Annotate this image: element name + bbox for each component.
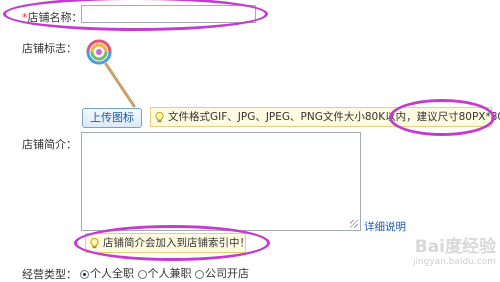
store-intro-textarea[interactable]	[81, 132, 361, 231]
logo-format-tip: 文件格式GIF、JPG、JPEG、PNG文件大小80K以内，建议尺寸80PX*8…	[150, 107, 500, 127]
option-fulltime-label: 个人全职	[90, 267, 134, 280]
resize-handle[interactable]	[350, 220, 358, 228]
format-tip-text: 文件格式GIF、JPG、JPEG、PNG文件大小80K以内，	[168, 111, 417, 123]
option-parttime-label: 个人兼职	[147, 267, 192, 280]
size-tip-text: 建议尺寸80PX*80PX	[416, 111, 500, 123]
lightbulb-icon	[155, 111, 164, 122]
option-parttime[interactable]: 个人兼职	[137, 267, 192, 280]
radio-parttime[interactable]	[137, 269, 147, 279]
radio-fulltime[interactable]	[80, 269, 89, 279]
lightbulb-icon	[90, 237, 99, 248]
store-intro-label: 店铺简介：	[22, 138, 77, 151]
store-logo-label: 店铺标志：	[22, 42, 77, 55]
option-fulltime[interactable]: 个人全职	[80, 267, 134, 280]
option-company[interactable]: 公司开店	[195, 267, 249, 280]
lollipop-logo	[86, 39, 136, 108]
index-tip-text: 店铺简介会加入到店铺索引中！	[103, 237, 250, 249]
option-company-label: 公司开店	[205, 267, 249, 280]
store-name-label-text: 店铺名称：	[27, 11, 83, 24]
radio-company[interactable]	[195, 269, 204, 279]
upload-icon-button[interactable]: 上传图标	[82, 108, 142, 128]
watermark: Bai度经验 jingyan.baidu.com	[370, 232, 496, 267]
watermark-brand: Bai度经验	[414, 237, 496, 257]
business-type-label: 经营类型：	[22, 268, 77, 281]
store-name-input[interactable]	[81, 5, 256, 23]
index-tip: 店铺简介会加入到店铺索引中！	[85, 233, 250, 253]
watermark-url: jingyan.baidu.com	[412, 257, 496, 267]
store-name-label: *店铺名称：	[22, 9, 83, 25]
